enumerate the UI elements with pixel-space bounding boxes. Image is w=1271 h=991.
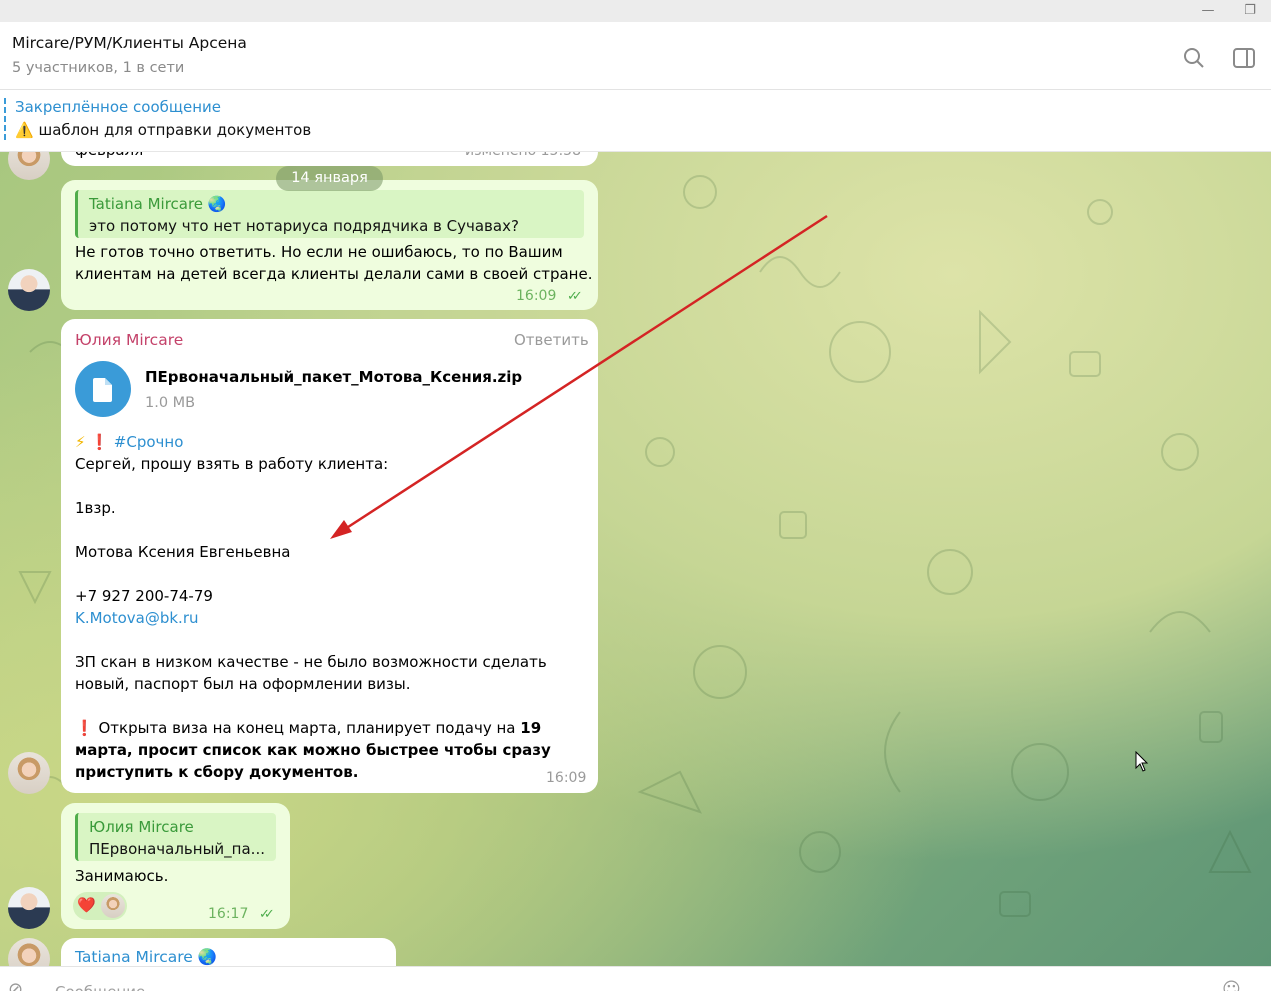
emoji-icon[interactable]: ☺ [1222, 979, 1241, 991]
window-titlebar: — ❐ [0, 0, 1271, 22]
pinned-message[interactable]: Закреплённое сообщение ⚠️ шаблон для отп… [0, 90, 1271, 152]
search-icon[interactable] [1182, 46, 1206, 70]
message-input[interactable]: Сообщение [55, 983, 145, 991]
attach-icon[interactable]: ⊘ [8, 979, 23, 991]
pinned-title: Закреплённое сообщение [15, 98, 222, 116]
chat-messages-area[interactable]: февраля изменено 15:58 Tatiana Mircare 🌏… [0, 152, 1271, 966]
pinned-text: шаблон для отправки документов [38, 121, 312, 139]
pinned-indicator [4, 98, 6, 140]
sidebar-toggle-icon[interactable] [1232, 46, 1256, 70]
chat-header[interactable]: Mircare/РУМ/Клиенты Арсена 5 участников,… [0, 22, 1271, 90]
mouse-cursor-icon [1135, 751, 1149, 772]
annotation-arrow [330, 214, 828, 539]
warning-icon: ⚠️ [15, 121, 34, 139]
minimize-button[interactable]: — [1198, 2, 1218, 20]
restore-button[interactable]: ❐ [1240, 2, 1260, 20]
message-composer[interactable]: ⊘ Сообщение ☺ [0, 966, 1271, 991]
chat-title[interactable]: Mircare/РУМ/Клиенты Арсена [12, 34, 247, 52]
pinned-text-row: ⚠️ шаблон для отправки документов [15, 121, 311, 139]
chat-members-status: 5 участников, 1 в сети [12, 60, 185, 76]
